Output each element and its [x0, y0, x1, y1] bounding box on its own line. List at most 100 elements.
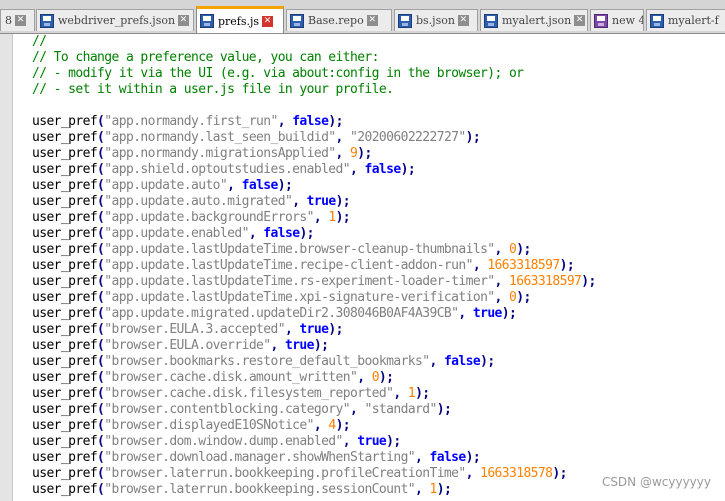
close-paren: ); — [328, 114, 343, 129]
separator: , — [248, 226, 264, 241]
separator: , — [350, 402, 365, 417]
pref-key: "app.normandy.first_run" — [104, 114, 278, 129]
separator: , — [292, 194, 307, 209]
function-name: user_pref — [32, 370, 98, 385]
close-paren: ); — [480, 354, 495, 369]
close-paren: ); — [465, 450, 481, 465]
function-name: user_pref — [32, 354, 98, 369]
separator: , — [458, 306, 473, 321]
tab-label: bs.json — [416, 14, 455, 27]
tab-prefs-js[interactable]: prefs.js ✕ — [196, 6, 284, 33]
pref-key: "browser.EULA.3.accepted" — [104, 322, 285, 337]
pref-value: "20200602222727" — [350, 130, 466, 145]
pref-value: 1 — [429, 482, 438, 497]
save-icon — [650, 13, 664, 28]
code-line: // - modify it via the UI (e.g. via abou… — [32, 66, 725, 82]
close-paren: ); — [386, 434, 401, 449]
close-icon[interactable]: ✕ — [457, 15, 469, 26]
close-paren: ); — [436, 402, 452, 417]
pref-value: false — [364, 162, 401, 177]
comment-text: // - set it within a user.js file in you… — [32, 82, 394, 97]
separator: , — [313, 418, 329, 433]
close-paren: ); — [299, 226, 314, 241]
code-area[interactable]: //// To change a preference value, you c… — [32, 34, 725, 501]
pref-value: false — [443, 354, 481, 369]
pref-key: "app.update.auto.migrated" — [104, 194, 293, 209]
close-icon[interactable]: ✕ — [15, 15, 26, 26]
save-icon — [484, 13, 498, 28]
code-line: user_pref("app.normandy.last_seen_buildi… — [32, 130, 725, 146]
tab-webdriver-prefs-json[interactable]: webdriver_prefs.json ✕ — [36, 9, 194, 31]
tab-myalert-f[interactable]: myalert-f — [646, 9, 725, 31]
pref-value: 1 — [328, 210, 336, 225]
code-line: user_pref("app.update.backgroundErrors",… — [32, 210, 725, 226]
function-name: user_pref — [32, 322, 98, 337]
code-line: // — [32, 34, 725, 50]
tab-new-4[interactable]: new 4✕ — [590, 9, 644, 31]
function-name: user_pref — [32, 386, 98, 401]
close-paren: ); — [277, 178, 293, 193]
function-name: user_pref — [32, 162, 98, 177]
pref-value: 4 — [328, 418, 336, 433]
pref-value: 1 — [407, 386, 416, 401]
code-line: user_pref("app.normandy.migrationsApplie… — [32, 146, 725, 162]
separator: , — [357, 370, 372, 385]
comment-text: // - modify it via the UI (e.g. via abou… — [32, 66, 524, 81]
separator: , — [494, 290, 509, 305]
separator: , — [494, 242, 509, 257]
close-icon[interactable]: ✕ — [178, 15, 190, 26]
close-paren: ); — [335, 418, 351, 433]
tab-myalert-json[interactable]: myalert.json ✕ — [480, 9, 588, 31]
function-name: user_pref — [32, 178, 98, 193]
tab-8[interactable]: 8 ✕ — [0, 9, 35, 31]
pref-key: "browser.EULA.override" — [104, 338, 271, 353]
close-icon[interactable]: ✕ — [366, 15, 378, 26]
separator: , — [335, 130, 351, 145]
function-name: user_pref — [32, 210, 98, 225]
pref-key: "app.normandy.migrationsApplied" — [104, 146, 336, 161]
code-line: user_pref("app.update.lastUpdateTime.bro… — [32, 242, 725, 258]
code-line: user_pref("browser.contentblocking.categ… — [32, 402, 725, 418]
code-line: user_pref("browser.download.manager.show… — [32, 450, 725, 466]
pref-key: "browser.download.manager.showWhenStarti… — [104, 450, 416, 465]
code-line: // - set it within a user.js file in you… — [32, 82, 725, 98]
tab-base-repo[interactable]: Base.repo ✕ — [286, 9, 392, 31]
pref-value: 1663318597 — [509, 274, 582, 289]
function-name: user_pref — [32, 290, 98, 305]
code-line: user_pref("app.update.auto.migrated", tr… — [32, 194, 725, 210]
code-line: // To change a preference value, you can… — [32, 50, 725, 66]
tab-label: 8 — [5, 14, 12, 27]
close-paren: ); — [516, 242, 531, 257]
close-paren: ); — [516, 290, 531, 305]
pref-value: true — [306, 194, 337, 209]
editor-gutter — [0, 34, 13, 501]
separator: , — [415, 450, 430, 465]
function-name: user_pref — [32, 226, 98, 241]
close-icon[interactable]: ✕ — [262, 15, 274, 27]
pref-key: "browser.laterrun.bookkeeping.profileCre… — [104, 466, 466, 481]
pref-value: true — [299, 322, 329, 337]
separator: , — [465, 466, 481, 481]
close-paren: ); — [559, 258, 575, 273]
pref-key: "app.normandy.last_seen_buildid" — [104, 130, 336, 145]
pref-key: "browser.displayedE10SNotice" — [104, 418, 314, 433]
separator: , — [227, 178, 242, 193]
code-line: user_pref("app.update.migrated.updateDir… — [32, 306, 725, 322]
close-paren: ); — [400, 162, 416, 177]
tab-label: webdriver_prefs.json — [58, 14, 176, 27]
pref-value: true — [284, 338, 315, 353]
pref-value: false — [292, 114, 329, 129]
code-editor[interactable]: //// To change a preference value, you c… — [0, 34, 725, 501]
code-line: user_pref("app.update.lastUpdateTime.rec… — [32, 258, 725, 274]
close-icon[interactable]: ✕ — [574, 15, 586, 26]
tab-bs-json[interactable]: bs.json ✕ — [394, 9, 478, 31]
watermark: CSDN @wcyyyyyy — [601, 475, 711, 489]
code-line: user_pref("app.update.lastUpdateTime.rs-… — [32, 274, 725, 290]
close-paren: ); — [465, 130, 481, 145]
code-line: user_pref("app.shield.optoutstudies.enab… — [32, 162, 725, 178]
pref-value: 0 — [371, 370, 380, 385]
separator: , — [277, 114, 293, 129]
close-paren: ); — [581, 274, 596, 289]
code-line: user_pref("browser.displayedE10SNotice",… — [32, 418, 725, 434]
